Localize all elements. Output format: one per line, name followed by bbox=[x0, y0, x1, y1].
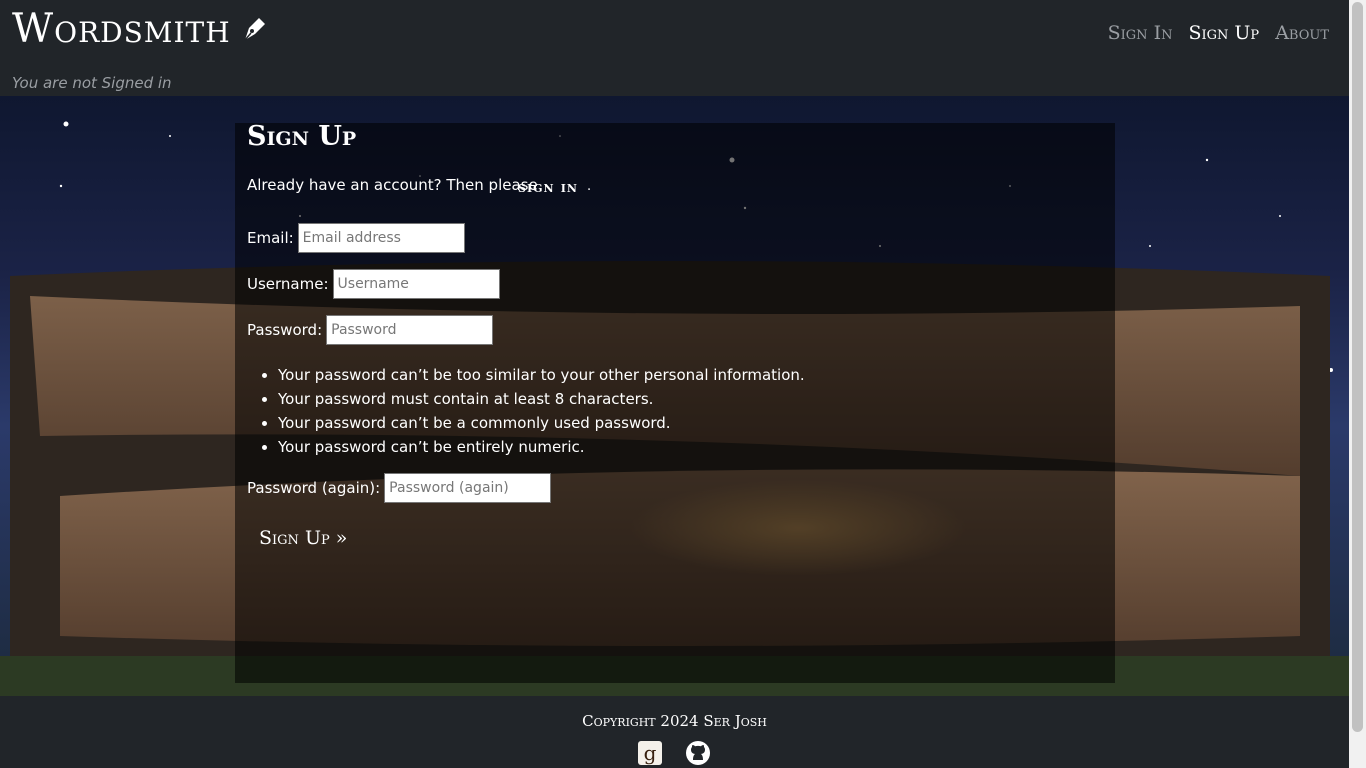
list-item: Your password must contain at least 8 ch… bbox=[278, 387, 805, 411]
footer: Copyright 2024 Ser Josh g bbox=[0, 696, 1349, 768]
nav-about[interactable]: About bbox=[1275, 22, 1329, 44]
goodreads-icon[interactable]: g bbox=[637, 740, 663, 766]
svg-text:g: g bbox=[644, 741, 657, 765]
nav-links: Sign In Sign Up About bbox=[1108, 22, 1329, 44]
signup-panel: Sign Up Already have an account? Then pl… bbox=[235, 121, 1115, 683]
password-rules: Your password can’t be too similar to yo… bbox=[278, 363, 805, 459]
already-account-text: Already have an account? Then please bbox=[247, 176, 538, 194]
list-item: Your password can’t be entirely numeric. bbox=[278, 435, 805, 459]
signin-status: You are not Signed in bbox=[12, 74, 172, 92]
password-again-row: Password (again): bbox=[247, 473, 552, 503]
hero-background: Sign Up Already have an account? Then pl… bbox=[0, 96, 1349, 696]
scrollbar-thumb[interactable] bbox=[1352, 2, 1363, 732]
fountain-pen-icon bbox=[244, 18, 265, 41]
scrollbar[interactable] bbox=[1349, 0, 1366, 768]
email-field[interactable] bbox=[297, 223, 465, 253]
page-title: Sign Up bbox=[247, 121, 357, 152]
nav-sign-in[interactable]: Sign In bbox=[1108, 22, 1173, 44]
list-item: Your password can’t be a commonly used p… bbox=[278, 411, 805, 435]
password-again-label: Password (again): bbox=[247, 479, 381, 497]
copyright: Copyright 2024 Ser Josh bbox=[582, 712, 767, 730]
navbar: Wordsmith Sign In Sign Up About You are … bbox=[0, 0, 1349, 96]
username-field[interactable] bbox=[332, 269, 500, 299]
password-again-field[interactable] bbox=[384, 473, 552, 503]
nav-sign-up[interactable]: Sign Up bbox=[1188, 22, 1259, 44]
username-row: Username: bbox=[247, 269, 500, 299]
sign-up-button[interactable]: Sign Up » bbox=[259, 527, 347, 549]
github-icon[interactable] bbox=[685, 740, 711, 766]
password-label: Password: bbox=[247, 321, 323, 339]
sign-in-link[interactable]: sign in bbox=[518, 178, 578, 196]
password-field[interactable] bbox=[326, 315, 494, 345]
trailing-dot: . bbox=[587, 179, 592, 194]
list-item: Your password can’t be too similar to yo… bbox=[278, 363, 805, 387]
social-links: g bbox=[637, 740, 711, 766]
email-row: Email: bbox=[247, 223, 465, 253]
brand-name: Wordsmith bbox=[12, 6, 231, 52]
email-label: Email: bbox=[247, 229, 294, 247]
username-label: Username: bbox=[247, 275, 329, 293]
password-row: Password: bbox=[247, 315, 494, 345]
brand-logo[interactable]: Wordsmith bbox=[12, 6, 269, 52]
